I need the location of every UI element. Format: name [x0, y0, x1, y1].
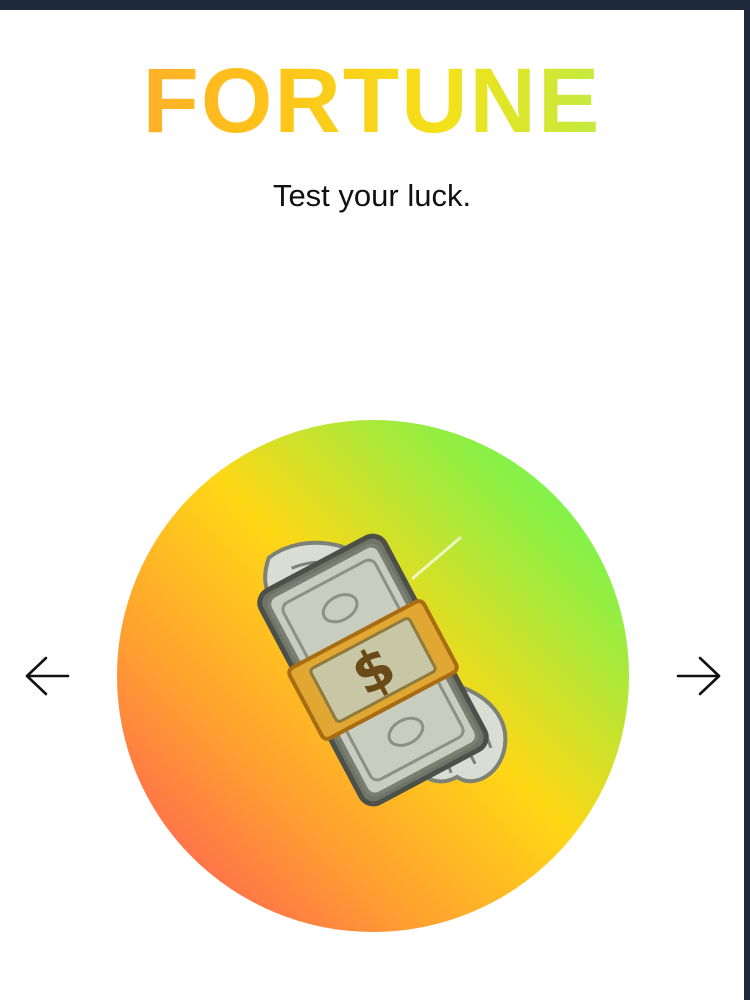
arrow-right-icon	[676, 656, 721, 696]
page-title: FORTUNE	[0, 55, 744, 147]
fortune-wheel[interactable]: $	[117, 420, 629, 932]
window-top-bar	[0, 0, 750, 10]
window-scroll-edge	[744, 0, 750, 1000]
previous-button[interactable]	[24, 655, 70, 697]
money-with-wings-icon: $	[257, 533, 508, 807]
arrow-left-icon	[25, 656, 70, 696]
page-subtitle: Test your luck.	[272, 178, 472, 213]
next-button[interactable]	[676, 655, 722, 697]
